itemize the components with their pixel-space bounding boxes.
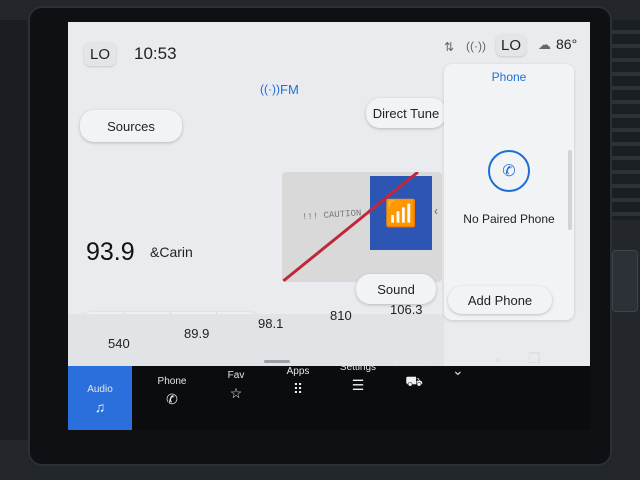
nav-audio-label: Audio xyxy=(87,384,113,395)
preset-item[interactable]: 106.3 xyxy=(390,302,423,317)
direct-tune-label: Direct Tune xyxy=(372,105,440,121)
nav-fav-label: Fav xyxy=(227,370,245,381)
outside-temp-icon: ☁ xyxy=(538,37,551,52)
phone-panel: ‹ Phone ✆ No Paired Phone Add Phone xyxy=(434,64,574,320)
clock: 10:53 xyxy=(134,44,177,63)
nav-features-label: Features xyxy=(394,358,434,369)
art-decoration-line xyxy=(282,172,419,282)
panel-scrollbar[interactable] xyxy=(568,150,572,230)
preset-item[interactable]: 540 xyxy=(108,336,130,351)
signal-icon: ⇅ xyxy=(444,40,455,54)
preset-drag-handle[interactable] xyxy=(264,360,290,363)
wifi-icon: ((·)) xyxy=(466,39,486,53)
phone-panel-title: Phone xyxy=(491,70,527,84)
nav-apps-label: Apps xyxy=(286,366,310,377)
chevron-down-icon[interactable]: ⌄ xyxy=(452,362,464,379)
infotainment-screen: LO 10:53 ⇅ ((·)) LO ☁ 86° ((·)) FM Sourc… xyxy=(68,22,590,430)
nav-phone[interactable]: Phone ✆ xyxy=(140,366,204,430)
nav-audio[interactable]: Audio ♫ xyxy=(68,366,132,430)
nav-settings[interactable]: Settings ☰ xyxy=(326,362,390,430)
dash-left-panel xyxy=(0,20,30,440)
sources-button[interactable]: Sources xyxy=(80,110,182,142)
climate-right-button[interactable]: LO xyxy=(496,34,526,56)
phone-icon: ✆ xyxy=(488,150,530,192)
sources-label: Sources xyxy=(107,118,155,134)
music-note-icon: ♫ xyxy=(94,399,106,415)
climate-left-label: LO xyxy=(89,45,110,63)
audio-main: ((·)) FM Sources Direct Tune 93.9 &Carin… xyxy=(68,62,446,352)
outside-temperature: 86° xyxy=(556,36,578,52)
apps-grid-icon: ⠿ xyxy=(292,381,304,397)
phone-icon: ✆ xyxy=(166,391,178,407)
radio-signal-icon: ((·)) xyxy=(260,82,280,96)
chevron-up-icon[interactable]: ⌃ xyxy=(492,356,504,373)
bottom-nav: Audio ♫ Phone ✆ Fav ☆ Apps ⠿ Settings ☰ … xyxy=(68,350,590,430)
car-icon: ⛟ xyxy=(405,373,423,389)
nav-features[interactable]: Features ⛟ xyxy=(382,358,446,430)
preset-item[interactable]: 810 xyxy=(330,308,352,323)
band-label: FM xyxy=(280,82,299,97)
no-paired-phone-text: No Paired Phone xyxy=(463,212,555,226)
station-name: &Carin xyxy=(150,244,193,260)
current-frequency: 93.9 xyxy=(86,238,135,266)
sound-label: Sound xyxy=(377,281,415,297)
collapse-panel-icon[interactable]: ‹ xyxy=(434,204,438,218)
preset-item[interactable]: 89.9 xyxy=(184,326,209,341)
add-phone-button[interactable]: Add Phone xyxy=(448,286,552,314)
preset-item[interactable]: 98.1 xyxy=(258,316,283,331)
direct-tune-button[interactable]: Direct Tune xyxy=(366,98,446,128)
dash-air-vent xyxy=(608,20,640,220)
nav-apps[interactable]: Apps ⠿ xyxy=(266,366,330,430)
nav-fav[interactable]: Fav ☆ xyxy=(204,366,268,430)
hazard-switch xyxy=(612,250,638,312)
star-plus-icon: ☆ xyxy=(229,385,243,401)
add-phone-label: Add Phone xyxy=(467,292,533,308)
card-stack-icon[interactable]: ❐ xyxy=(528,350,541,367)
nav-phone-label: Phone xyxy=(157,376,187,387)
climate-right-label: LO xyxy=(500,36,521,54)
nav-settings-label: Settings xyxy=(339,362,377,373)
sound-button[interactable]: Sound xyxy=(356,274,436,304)
album-art: !!! CAUTION ! 📶 xyxy=(282,172,442,282)
sliders-icon: ☰ xyxy=(351,377,365,393)
